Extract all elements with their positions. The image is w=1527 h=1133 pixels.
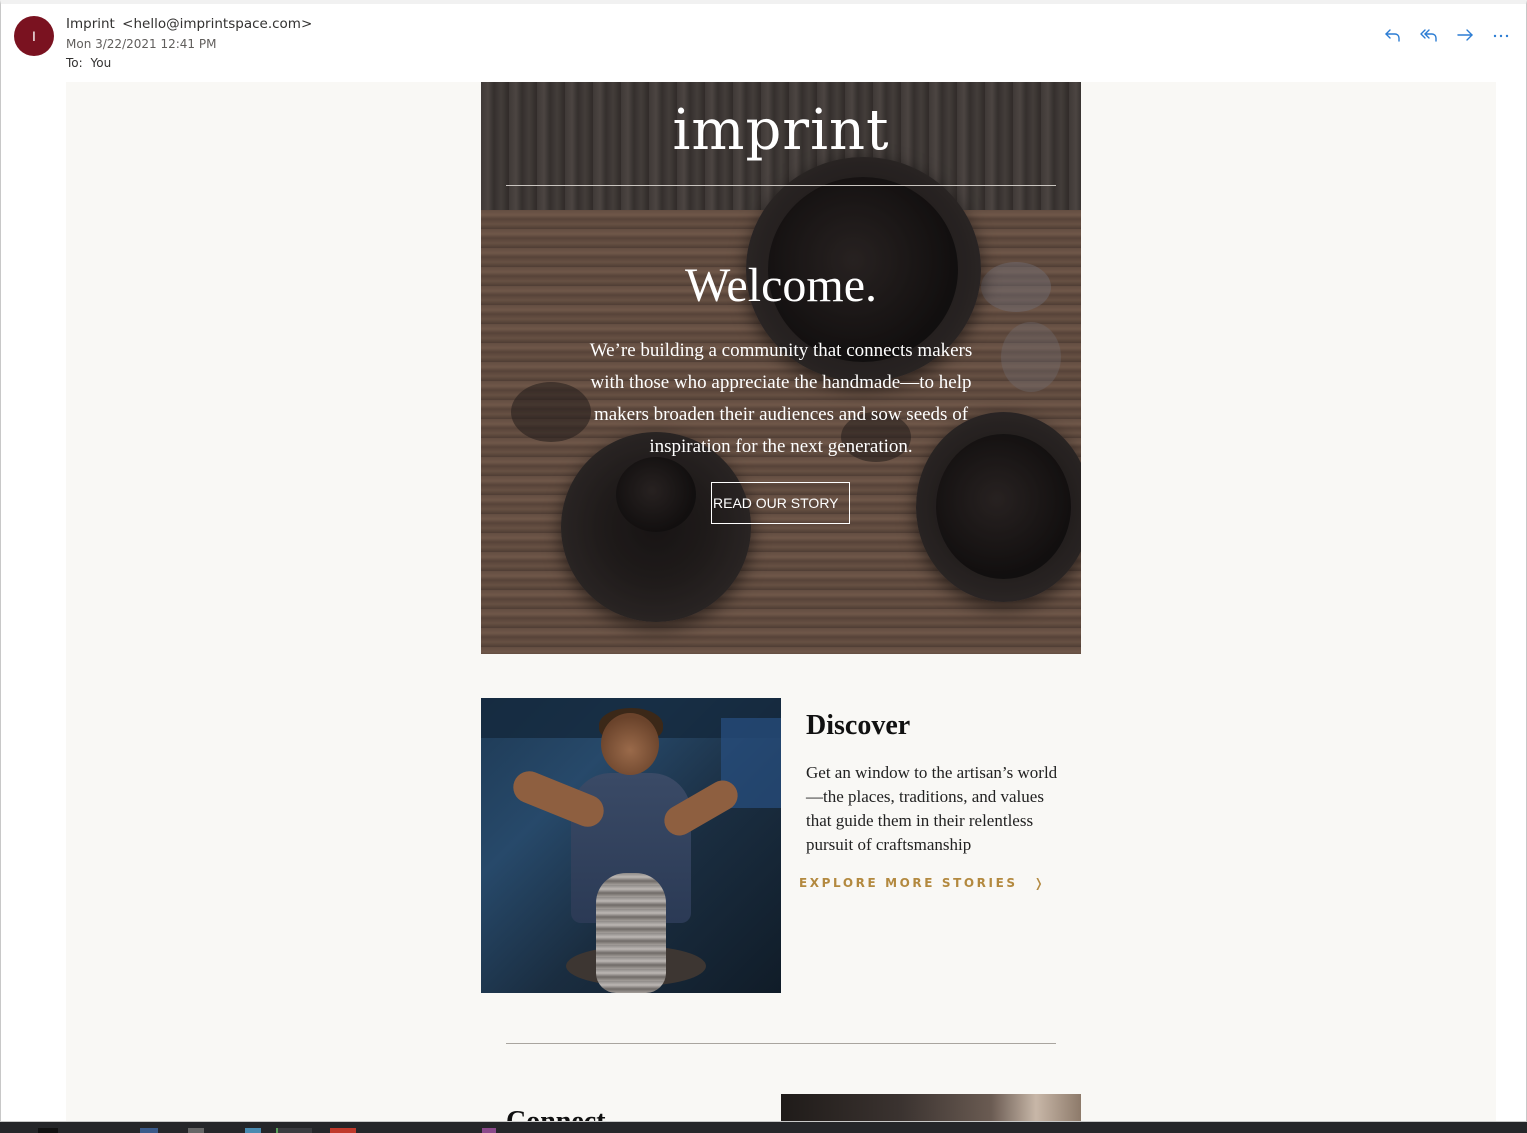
discover-heading: Discover — [806, 710, 911, 741]
email-body: imprint Welcome. We’re building a commun… — [66, 82, 1496, 1121]
potter-head — [601, 713, 659, 775]
reply-icon — [1385, 29, 1400, 42]
explore-link-label: EXPLORE MORE STORIES — [799, 876, 1018, 890]
discover-section: Discover Get an window to the artisan’s … — [481, 698, 1081, 994]
hero-banner: imprint Welcome. We’re building a commun… — [481, 82, 1081, 654]
sender-email[interactable]: <hello@imprintspace.com> — [122, 16, 312, 32]
message-actions — [1382, 24, 1512, 46]
reply-all-icon — [1420, 29, 1437, 42]
hero-description: We’re building a community that connects… — [589, 340, 973, 457]
taskbar-icon[interactable] — [245, 1128, 261, 1133]
taskbar-icon[interactable] — [38, 1128, 58, 1133]
taskbar-icon[interactable] — [140, 1128, 158, 1133]
to-label: To: — [66, 56, 83, 70]
taskbar-icon[interactable] — [482, 1128, 496, 1133]
email-date: Mon 3/22/2021 12:41 PM — [66, 37, 217, 51]
connect-image — [781, 1094, 1081, 1121]
forward-icon — [1457, 29, 1473, 41]
section-divider — [506, 1043, 1056, 1044]
read-our-story-button[interactable]: READ OUR STORY — [711, 482, 850, 524]
discover-description: Get an window to the artisan’s world—the… — [806, 763, 1058, 854]
connect-heading: Connect — [506, 1106, 606, 1122]
taskbar-icon[interactable] — [188, 1128, 204, 1133]
taskbar-icon[interactable] — [276, 1128, 312, 1133]
recipient-line: To: You — [66, 56, 111, 70]
imprint-logo: imprint — [672, 98, 890, 163]
sender-avatar[interactable]: I — [14, 16, 54, 56]
clay-vase — [596, 873, 666, 993]
more-icon — [1493, 34, 1509, 38]
email-header: I Imprint <hello@imprintspace.com> Mon 3… — [1, 4, 1526, 82]
chevron-right-icon: ❭ — [1033, 876, 1047, 890]
newsletter-content: imprint Welcome. We’re building a commun… — [481, 82, 1081, 1121]
explore-more-stories-link[interactable]: EXPLORE MORE STORIES ❭ — [799, 876, 1046, 890]
logo-divider — [506, 185, 1056, 186]
potter-image — [481, 698, 781, 993]
reply-all-button[interactable] — [1418, 24, 1440, 46]
forward-button[interactable] — [1454, 24, 1476, 46]
recipient-name[interactable]: You — [91, 56, 112, 70]
sender-line: Imprint <hello@imprintspace.com> — [66, 16, 312, 32]
sender-name[interactable]: Imprint — [66, 16, 115, 32]
more-button[interactable] — [1490, 24, 1512, 46]
taskbar — [0, 1122, 1527, 1133]
email-window: I Imprint <hello@imprintspace.com> Mon 3… — [0, 0, 1527, 1122]
reply-button[interactable] — [1382, 24, 1404, 46]
welcome-heading: Welcome. — [684, 259, 878, 312]
taskbar-icon[interactable] — [330, 1128, 356, 1133]
